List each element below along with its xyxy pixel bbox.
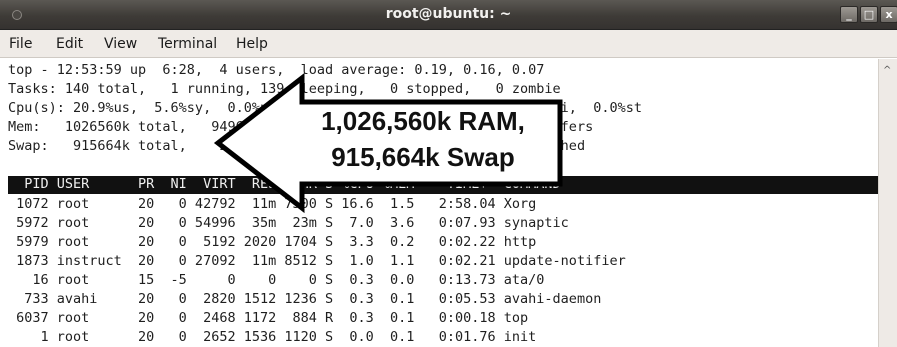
callout-swap-label: 915,664k Swap <box>331 142 515 172</box>
callout-ram-label: 1,026,560k RAM, <box>321 106 525 136</box>
